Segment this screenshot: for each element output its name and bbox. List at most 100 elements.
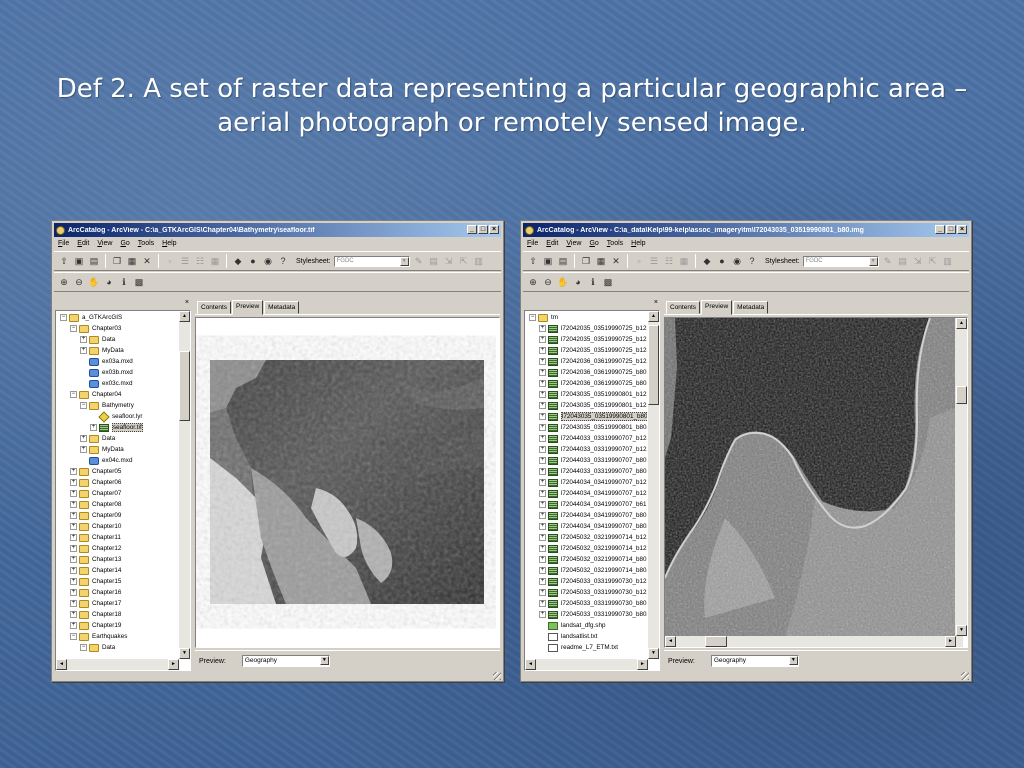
tree-item[interactable]: + l72043035_03519990801_b123	[527, 400, 647, 411]
tree-item[interactable]: + MyData	[58, 345, 178, 356]
tree-item[interactable]: + l72042035_03519990725_b123	[527, 345, 647, 356]
chevron-down-icon[interactable]: ▼	[319, 656, 329, 665]
close-button[interactable]: ×	[957, 225, 967, 234]
expand-icon[interactable]: +	[70, 589, 77, 596]
zoom-out-icon[interactable]: ⊖	[542, 276, 554, 288]
full-extent-icon[interactable]: ◕	[103, 276, 115, 288]
zoom-in-icon[interactable]: ⊕	[527, 276, 539, 288]
preview-vertical-scrollbar[interactable]: ▲ ▼	[956, 318, 967, 636]
tree-item[interactable]: + l72045033_03319990730_b123	[527, 576, 647, 587]
expand-icon[interactable]: +	[539, 534, 546, 541]
create-update-metadata-icon[interactable]: ▥	[473, 255, 485, 267]
expand-icon[interactable]: +	[70, 611, 77, 618]
expand-icon[interactable]: +	[539, 347, 546, 354]
expand-icon[interactable]: +	[539, 545, 546, 552]
menu-edit[interactable]: Edit	[546, 240, 558, 247]
up-one-level-icon[interactable]: ⇧	[58, 255, 70, 267]
up-one-level-icon[interactable]: ⇧	[527, 255, 539, 267]
expand-icon[interactable]: +	[70, 600, 77, 607]
tree-item[interactable]: + l72045032_03219990714_b123	[527, 543, 647, 554]
expand-icon[interactable]: +	[539, 413, 546, 420]
tree-item[interactable]: readme_L7_ETM.txt	[527, 642, 647, 653]
large-icons-icon[interactable]: ▫	[164, 255, 176, 267]
tree-item[interactable]: seafloor.lyr	[58, 410, 178, 423]
resize-grip[interactable]	[493, 672, 501, 680]
delete-icon[interactable]: ✕	[610, 255, 622, 267]
preview-type-select[interactable]: Geography ▼	[241, 655, 330, 667]
tree-item[interactable]: + Chapter07	[58, 488, 178, 499]
tree-item[interactable]: + seafloor.tif	[58, 422, 178, 433]
disconnect-folder-icon[interactable]: ▤	[557, 255, 569, 267]
model-builder-icon[interactable]: ◉	[731, 255, 743, 267]
tree-item[interactable]: + l72044034_03419990707_b80.ii	[527, 510, 647, 521]
tree-item[interactable]: + l72044034_03419990707_b123	[527, 488, 647, 499]
expand-icon[interactable]: +	[539, 369, 546, 376]
scroll-right-icon[interactable]: ►	[945, 636, 956, 647]
expand-icon[interactable]: +	[539, 391, 546, 398]
list-icon[interactable]: ☰	[648, 255, 660, 267]
paste-icon[interactable]: ▦	[595, 255, 607, 267]
expand-icon[interactable]: +	[539, 479, 546, 486]
tree-item[interactable]: landsatlist.txt	[527, 631, 647, 642]
tree-item[interactable]: + l72042036_03619990725_b80a.	[527, 378, 647, 389]
tree-item[interactable]: + Chapter10	[58, 521, 178, 532]
maximize-button[interactable]: □	[478, 225, 488, 234]
launch-arcmap-icon[interactable]: ◆	[701, 255, 713, 267]
collapse-icon[interactable]: −	[70, 633, 77, 640]
identify-icon[interactable]: ℹ	[118, 276, 130, 288]
expand-icon[interactable]: +	[70, 578, 77, 585]
collapse-icon[interactable]: −	[80, 402, 87, 409]
tree-horizontal-scrollbar[interactable]: ◄ ►	[56, 659, 179, 670]
whats-this-icon[interactable]: ?	[277, 255, 289, 267]
expand-icon[interactable]: +	[70, 545, 77, 552]
preview-type-select[interactable]: Geography ▼	[710, 655, 799, 667]
expand-icon[interactable]: +	[70, 490, 77, 497]
export-metadata-icon[interactable]: ⇱	[458, 255, 470, 267]
expand-icon[interactable]: +	[70, 512, 77, 519]
tree-item[interactable]: + l72044034_03419990707_b61.ii	[527, 499, 647, 510]
minimize-button[interactable]: _	[467, 225, 477, 234]
chevron-down-icon[interactable]: ▼	[868, 256, 878, 266]
tree-item[interactable]: + l72044034_03419990707_b123	[527, 477, 647, 488]
tab-contents[interactable]: Contents	[197, 301, 232, 314]
tree-item[interactable]: + l72043035_03519990801_b80a.	[527, 422, 647, 433]
expand-icon[interactable]: +	[70, 534, 77, 541]
tree-item[interactable]: + Chapter16	[58, 587, 178, 598]
scroll-right-icon[interactable]: ►	[637, 659, 648, 670]
scroll-thumb[interactable]	[705, 636, 727, 647]
expand-icon[interactable]: +	[539, 457, 546, 464]
chevron-down-icon[interactable]: ▼	[399, 256, 409, 266]
maximize-button[interactable]: □	[946, 225, 956, 234]
tree-item[interactable]: − Chapter04	[58, 389, 178, 400]
tree-item[interactable]: + Chapter08	[58, 499, 178, 510]
tree-close-icon[interactable]: ×	[55, 299, 191, 310]
expand-icon[interactable]: +	[70, 479, 77, 486]
import-metadata-icon[interactable]: ⇲	[443, 255, 455, 267]
thumbnails-icon[interactable]: ▦	[209, 255, 221, 267]
tree-item[interactable]: + Chapter05	[58, 466, 178, 477]
disconnect-folder-icon[interactable]: ▤	[88, 255, 100, 267]
tree-item[interactable]: + l72042036_03619990725_b123	[527, 356, 647, 367]
identify-icon[interactable]: ℹ	[587, 276, 599, 288]
import-metadata-icon[interactable]: ⇲	[912, 255, 924, 267]
tree-item[interactable]: − Chapter03	[58, 323, 178, 334]
expand-icon[interactable]: +	[70, 556, 77, 563]
expand-icon[interactable]: +	[539, 325, 546, 332]
scroll-left-icon[interactable]: ◄	[525, 659, 536, 670]
model-builder-icon[interactable]: ◉	[262, 255, 274, 267]
whats-this-icon[interactable]: ?	[746, 255, 758, 267]
tree-item[interactable]: + l72043035_03519990801_b123	[527, 389, 647, 400]
menu-tools[interactable]: Tools	[607, 240, 623, 247]
details-icon[interactable]: ☷	[663, 255, 675, 267]
scroll-up-icon[interactable]: ▲	[648, 311, 659, 322]
expand-icon[interactable]: +	[539, 600, 546, 607]
metadata-properties-icon[interactable]: ▤	[897, 255, 909, 267]
expand-icon[interactable]: +	[539, 501, 546, 508]
tree-close-icon[interactable]: ×	[524, 299, 660, 310]
menu-file[interactable]: File	[58, 240, 69, 247]
tree-item[interactable]: − Data	[58, 642, 178, 653]
copy-icon[interactable]: ❐	[111, 255, 123, 267]
title-bar[interactable]: ArcCatalog - ArcView - C:\a_data\Kelp\99…	[523, 223, 969, 237]
expand-icon[interactable]: +	[70, 523, 77, 530]
scroll-down-icon[interactable]: ▼	[648, 648, 659, 659]
